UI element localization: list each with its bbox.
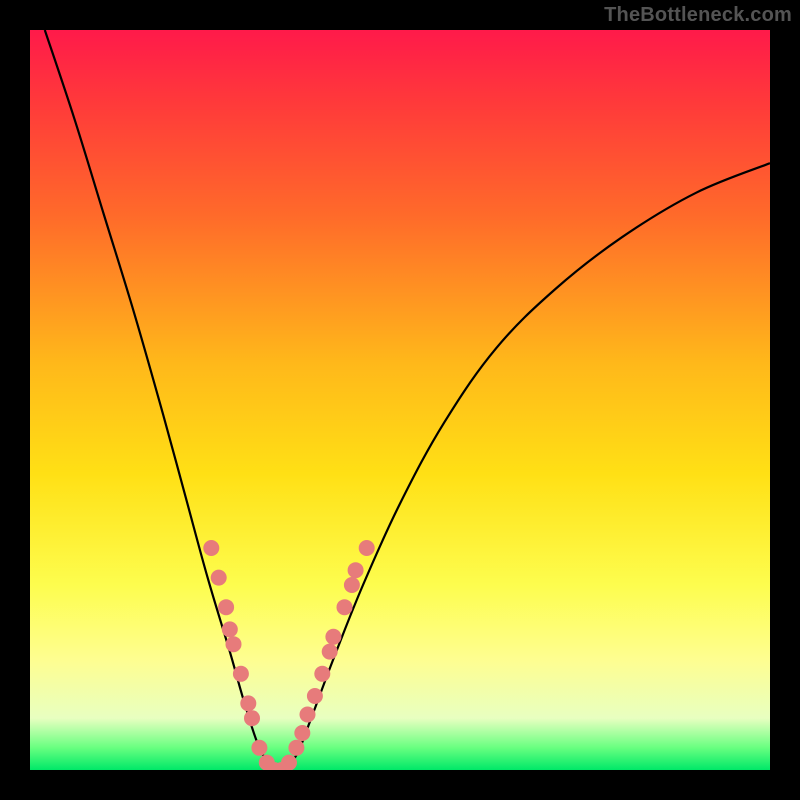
data-dot: [300, 707, 316, 723]
data-dot: [294, 725, 310, 741]
data-dot: [203, 540, 219, 556]
data-dot: [288, 740, 304, 756]
data-dot: [218, 599, 234, 615]
plot-area: [30, 30, 770, 770]
data-dot: [240, 695, 256, 711]
data-dot: [233, 666, 249, 682]
data-dot: [307, 688, 323, 704]
data-dot: [344, 577, 360, 593]
data-dots: [203, 540, 374, 770]
bottleneck-curve: [45, 30, 770, 770]
chart-container: TheBottleneck.com: [0, 0, 800, 800]
data-dot: [251, 740, 267, 756]
data-dot: [337, 599, 353, 615]
data-dot: [322, 644, 338, 660]
data-dot: [222, 621, 238, 637]
data-dot: [226, 636, 242, 652]
data-dot: [244, 710, 260, 726]
data-dot: [359, 540, 375, 556]
watermark-text: TheBottleneck.com: [604, 4, 792, 27]
chart-svg: [30, 30, 770, 770]
data-dot: [314, 666, 330, 682]
data-dot: [348, 562, 364, 578]
data-dot: [281, 755, 297, 770]
data-dot: [325, 629, 341, 645]
data-dot: [211, 570, 227, 586]
